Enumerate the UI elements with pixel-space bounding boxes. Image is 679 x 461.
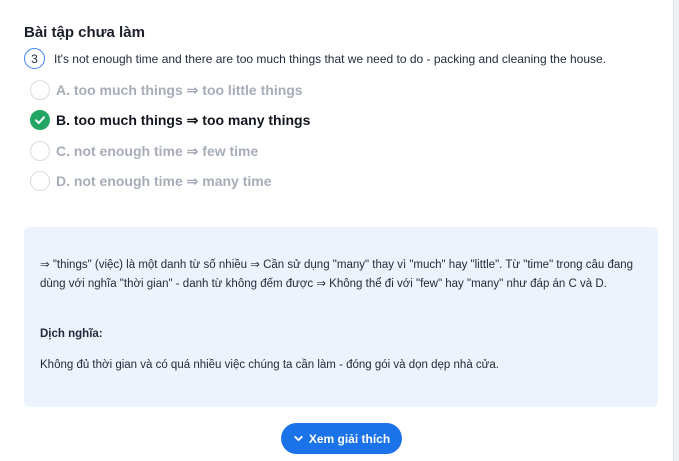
radio-icon <box>30 80 50 100</box>
question-text: It's not enough time and there are too m… <box>54 52 606 66</box>
section-title: Bài tập chưa làm <box>24 24 145 41</box>
translation-text: Không đủ thời gian và có quá nhiều việc … <box>40 359 499 371</box>
question-number-badge: 3 <box>24 48 45 69</box>
view-explanation-label: Xem giải thích <box>308 431 391 446</box>
check-circle-icon <box>30 110 50 130</box>
view-explanation-button[interactable]: Xem giải thích <box>281 423 402 454</box>
option-label: C. not enough time ⇒ few time <box>56 142 259 159</box>
option-label: A. too much things ⇒ too little things <box>56 81 303 98</box>
option-label: B. too much things ⇒ too many things <box>56 111 311 128</box>
option-a[interactable]: A. too much things ⇒ too little things <box>30 79 303 101</box>
option-label: D. not enough time ⇒ many time <box>56 172 272 189</box>
radio-icon <box>30 171 50 191</box>
translation-heading: Dịch nghĩa: <box>40 328 103 340</box>
exercise-card: Bài tập chưa làm 3 It's not enough time … <box>0 0 674 461</box>
explanation-panel: ⇒ "things" (việc) là một danh từ số nhiề… <box>24 227 658 407</box>
chevron-down-icon <box>294 436 303 442</box>
radio-icon <box>30 141 50 161</box>
explanation-text: ⇒ "things" (việc) là một danh từ số nhiề… <box>40 259 634 290</box>
option-c[interactable]: C. not enough time ⇒ few time <box>30 140 258 162</box>
option-b[interactable]: B. too much things ⇒ too many things <box>30 109 310 131</box>
option-d[interactable]: D. not enough time ⇒ many time <box>30 170 272 192</box>
